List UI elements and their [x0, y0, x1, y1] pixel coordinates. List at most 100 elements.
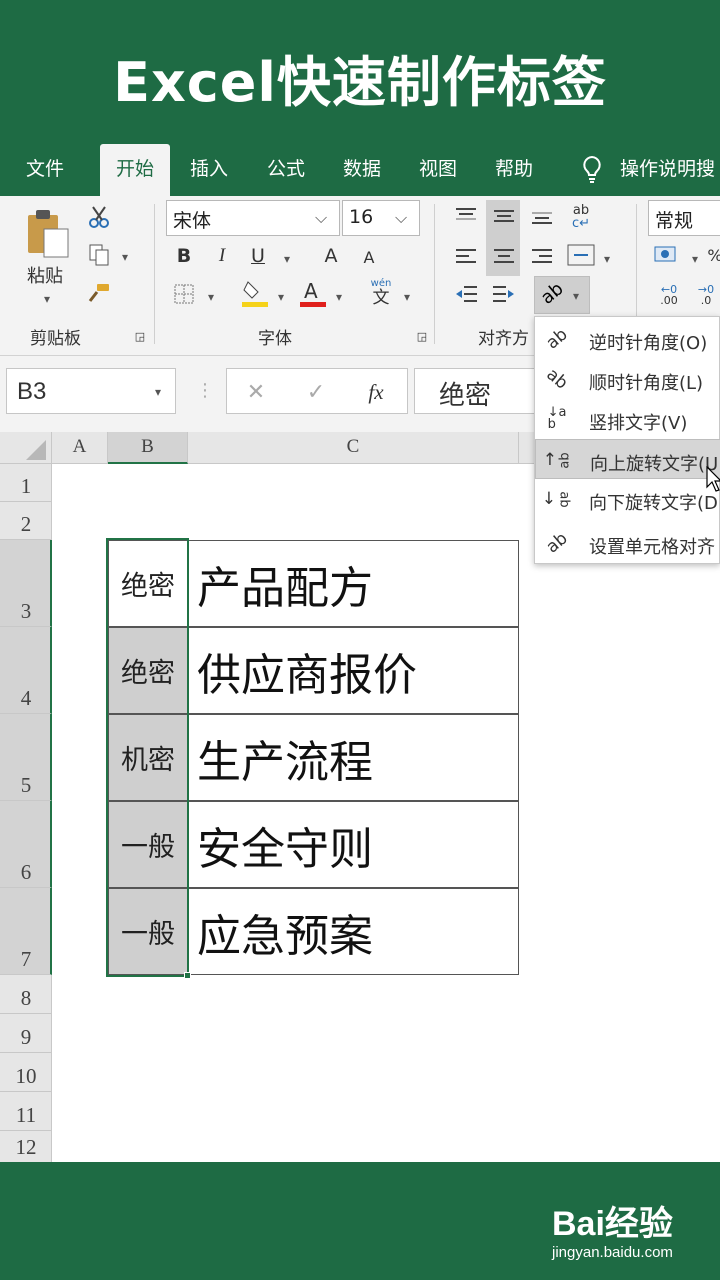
borders-dropdown-caret[interactable]: ▾	[208, 290, 214, 304]
align-left-icon[interactable]	[452, 244, 480, 268]
font-size-value: 16	[349, 206, 374, 228]
borders-icon[interactable]	[172, 282, 196, 306]
cut-icon[interactable]	[86, 204, 112, 230]
chevron-down-icon[interactable]: ⌵	[315, 208, 327, 228]
tab-formulas[interactable]: 公式	[267, 154, 305, 181]
tab-help[interactable]: 帮助	[495, 154, 533, 181]
copy-dropdown-caret[interactable]: ▾	[122, 250, 128, 264]
align-right-icon[interactable]	[528, 244, 556, 268]
cancel-icon[interactable]: ✕	[241, 377, 271, 407]
underline-button[interactable]: U	[246, 244, 270, 268]
menu-item-angle-clockwise[interactable]: ab 顺时针角度(L)	[535, 359, 720, 399]
group-divider	[154, 204, 155, 344]
wrap-text-icon[interactable]: ab c↵	[566, 202, 596, 232]
italic-button[interactable]: I	[210, 244, 234, 268]
name-box[interactable]: B3 ▾	[6, 368, 176, 414]
tab-data[interactable]: 数据	[343, 154, 381, 181]
row-header[interactable]: 10	[0, 1053, 52, 1092]
row-header[interactable]: 2	[0, 502, 52, 540]
number-format-value: 常规	[655, 210, 694, 232]
tab-insert[interactable]: 插入	[190, 154, 228, 181]
top-align-icon[interactable]	[452, 204, 480, 228]
paste-label[interactable]: 粘贴	[27, 262, 63, 288]
select-all-corner[interactable]	[0, 432, 52, 464]
tab-home[interactable]: 开始	[100, 144, 171, 196]
row-header[interactable]: 11	[0, 1092, 52, 1131]
merge-center-icon[interactable]	[566, 242, 596, 268]
selection-range	[106, 538, 189, 977]
row-header[interactable]: 9	[0, 1014, 52, 1053]
orientation-button[interactable]: ab ▾	[534, 276, 590, 314]
merge-dropdown-caret[interactable]: ▾	[604, 252, 610, 266]
name-box-value: B3	[17, 378, 47, 405]
fill-color-dropdown-caret[interactable]: ▾	[278, 290, 284, 304]
phonetic-dropdown-caret[interactable]: ▾	[404, 290, 410, 304]
phonetic-guide-icon[interactable]: wén 文	[366, 278, 396, 308]
increase-decimal-icon[interactable]: ←0.00	[652, 280, 686, 310]
paste-icon[interactable]	[22, 206, 74, 260]
menu-item-vertical-text[interactable]: ↓a b 竖排文字(V)	[535, 399, 720, 439]
bottom-align-icon[interactable]	[528, 204, 556, 228]
font-color-icon[interactable]: A	[298, 278, 328, 308]
font-name-value: 宋体	[173, 210, 212, 232]
tell-me-search[interactable]: 操作说明搜	[620, 154, 715, 181]
decrease-decimal-icon[interactable]: →0.0	[690, 280, 720, 310]
row-header[interactable]: 4	[0, 627, 52, 714]
orientation-dropdown-caret[interactable]: ▾	[573, 289, 579, 303]
shrink-font-button[interactable]: A	[356, 246, 382, 268]
cell-c3[interactable]: 产品配方	[188, 540, 519, 627]
percent-icon[interactable]: %	[707, 244, 720, 266]
accounting-format-icon[interactable]	[652, 242, 682, 268]
chevron-down-icon[interactable]: ⌵	[395, 208, 407, 228]
dialog-launcher-icon[interactable]: ◲	[414, 328, 430, 344]
insert-function-icon[interactable]: fx	[361, 377, 391, 407]
row-header[interactable]: 7	[0, 888, 52, 975]
number-format-box[interactable]: 常规	[648, 200, 720, 236]
fill-color-icon[interactable]	[240, 278, 270, 308]
format-painter-icon[interactable]	[86, 280, 112, 306]
column-header-b[interactable]: B	[108, 432, 188, 464]
orientation-menu: ab 逆时针角度(O) ab 顺时针角度(L) ↓a b 竖排文字(V) ↑ ab …	[534, 316, 720, 564]
menu-item-format-cell-alignment[interactable]: ab 设置单元格对齐	[535, 523, 720, 563]
tab-file[interactable]: 文件	[26, 154, 64, 181]
row-header[interactable]: 1	[0, 464, 52, 502]
font-size-box[interactable]: 16 ⌵	[342, 200, 420, 236]
cell-c7[interactable]: 应急预案	[188, 888, 519, 975]
row-header[interactable]: 5	[0, 714, 52, 801]
column-header-c[interactable]: C	[188, 432, 519, 464]
increase-indent-icon[interactable]	[490, 282, 518, 306]
tab-view[interactable]: 视图	[419, 154, 457, 181]
row-header[interactable]: 3	[0, 540, 52, 627]
dialog-launcher-icon[interactable]: ◲	[132, 328, 148, 344]
decrease-indent-icon[interactable]	[452, 282, 480, 306]
group-divider	[434, 204, 435, 344]
font-name-box[interactable]: 宋体 ⌵	[166, 200, 340, 236]
align-center-icon[interactable]	[490, 244, 518, 268]
row-header[interactable]: 12	[0, 1131, 52, 1162]
copy-icon[interactable]	[86, 242, 112, 268]
column-header-a[interactable]: A	[52, 432, 108, 464]
rotate-up-icon: ↑ ab	[542, 450, 573, 470]
enter-icon[interactable]: ✓	[301, 377, 331, 407]
middle-align-icon[interactable]	[490, 204, 518, 228]
cell-c4[interactable]: 供应商报价	[188, 627, 519, 714]
lightbulb-icon[interactable]	[580, 155, 604, 189]
cell-c5[interactable]: 生产流程	[188, 714, 519, 801]
formula-bar-grip[interactable]: ⋮	[196, 380, 214, 401]
row-header[interactable]: 8	[0, 975, 52, 1014]
cell-c6[interactable]: 安全守则	[188, 801, 519, 888]
wrap-arrow-glyph: c↵	[571, 216, 591, 231]
menu-item-rotate-text-up[interactable]: ↑ ab 向上旋转文字(U	[535, 439, 720, 479]
paste-dropdown-caret[interactable]: ▾	[44, 292, 50, 306]
bold-button[interactable]: B	[172, 244, 196, 268]
chevron-down-icon[interactable]: ▾	[155, 385, 161, 399]
font-color-dropdown-caret[interactable]: ▾	[336, 290, 342, 304]
vertical-text-icon: ↓a b	[547, 405, 567, 432]
underline-dropdown-caret[interactable]: ▾	[284, 252, 290, 266]
grow-font-button[interactable]: A	[318, 244, 344, 268]
fill-handle[interactable]	[184, 972, 191, 979]
accounting-dropdown-caret[interactable]: ▾	[692, 252, 698, 266]
menu-item-angle-counterclockwise[interactable]: ab 逆时针角度(O)	[535, 319, 720, 359]
row-header[interactable]: 6	[0, 801, 52, 888]
menu-item-rotate-text-down[interactable]: ↓ ab 向下旋转文字(D	[535, 479, 720, 519]
